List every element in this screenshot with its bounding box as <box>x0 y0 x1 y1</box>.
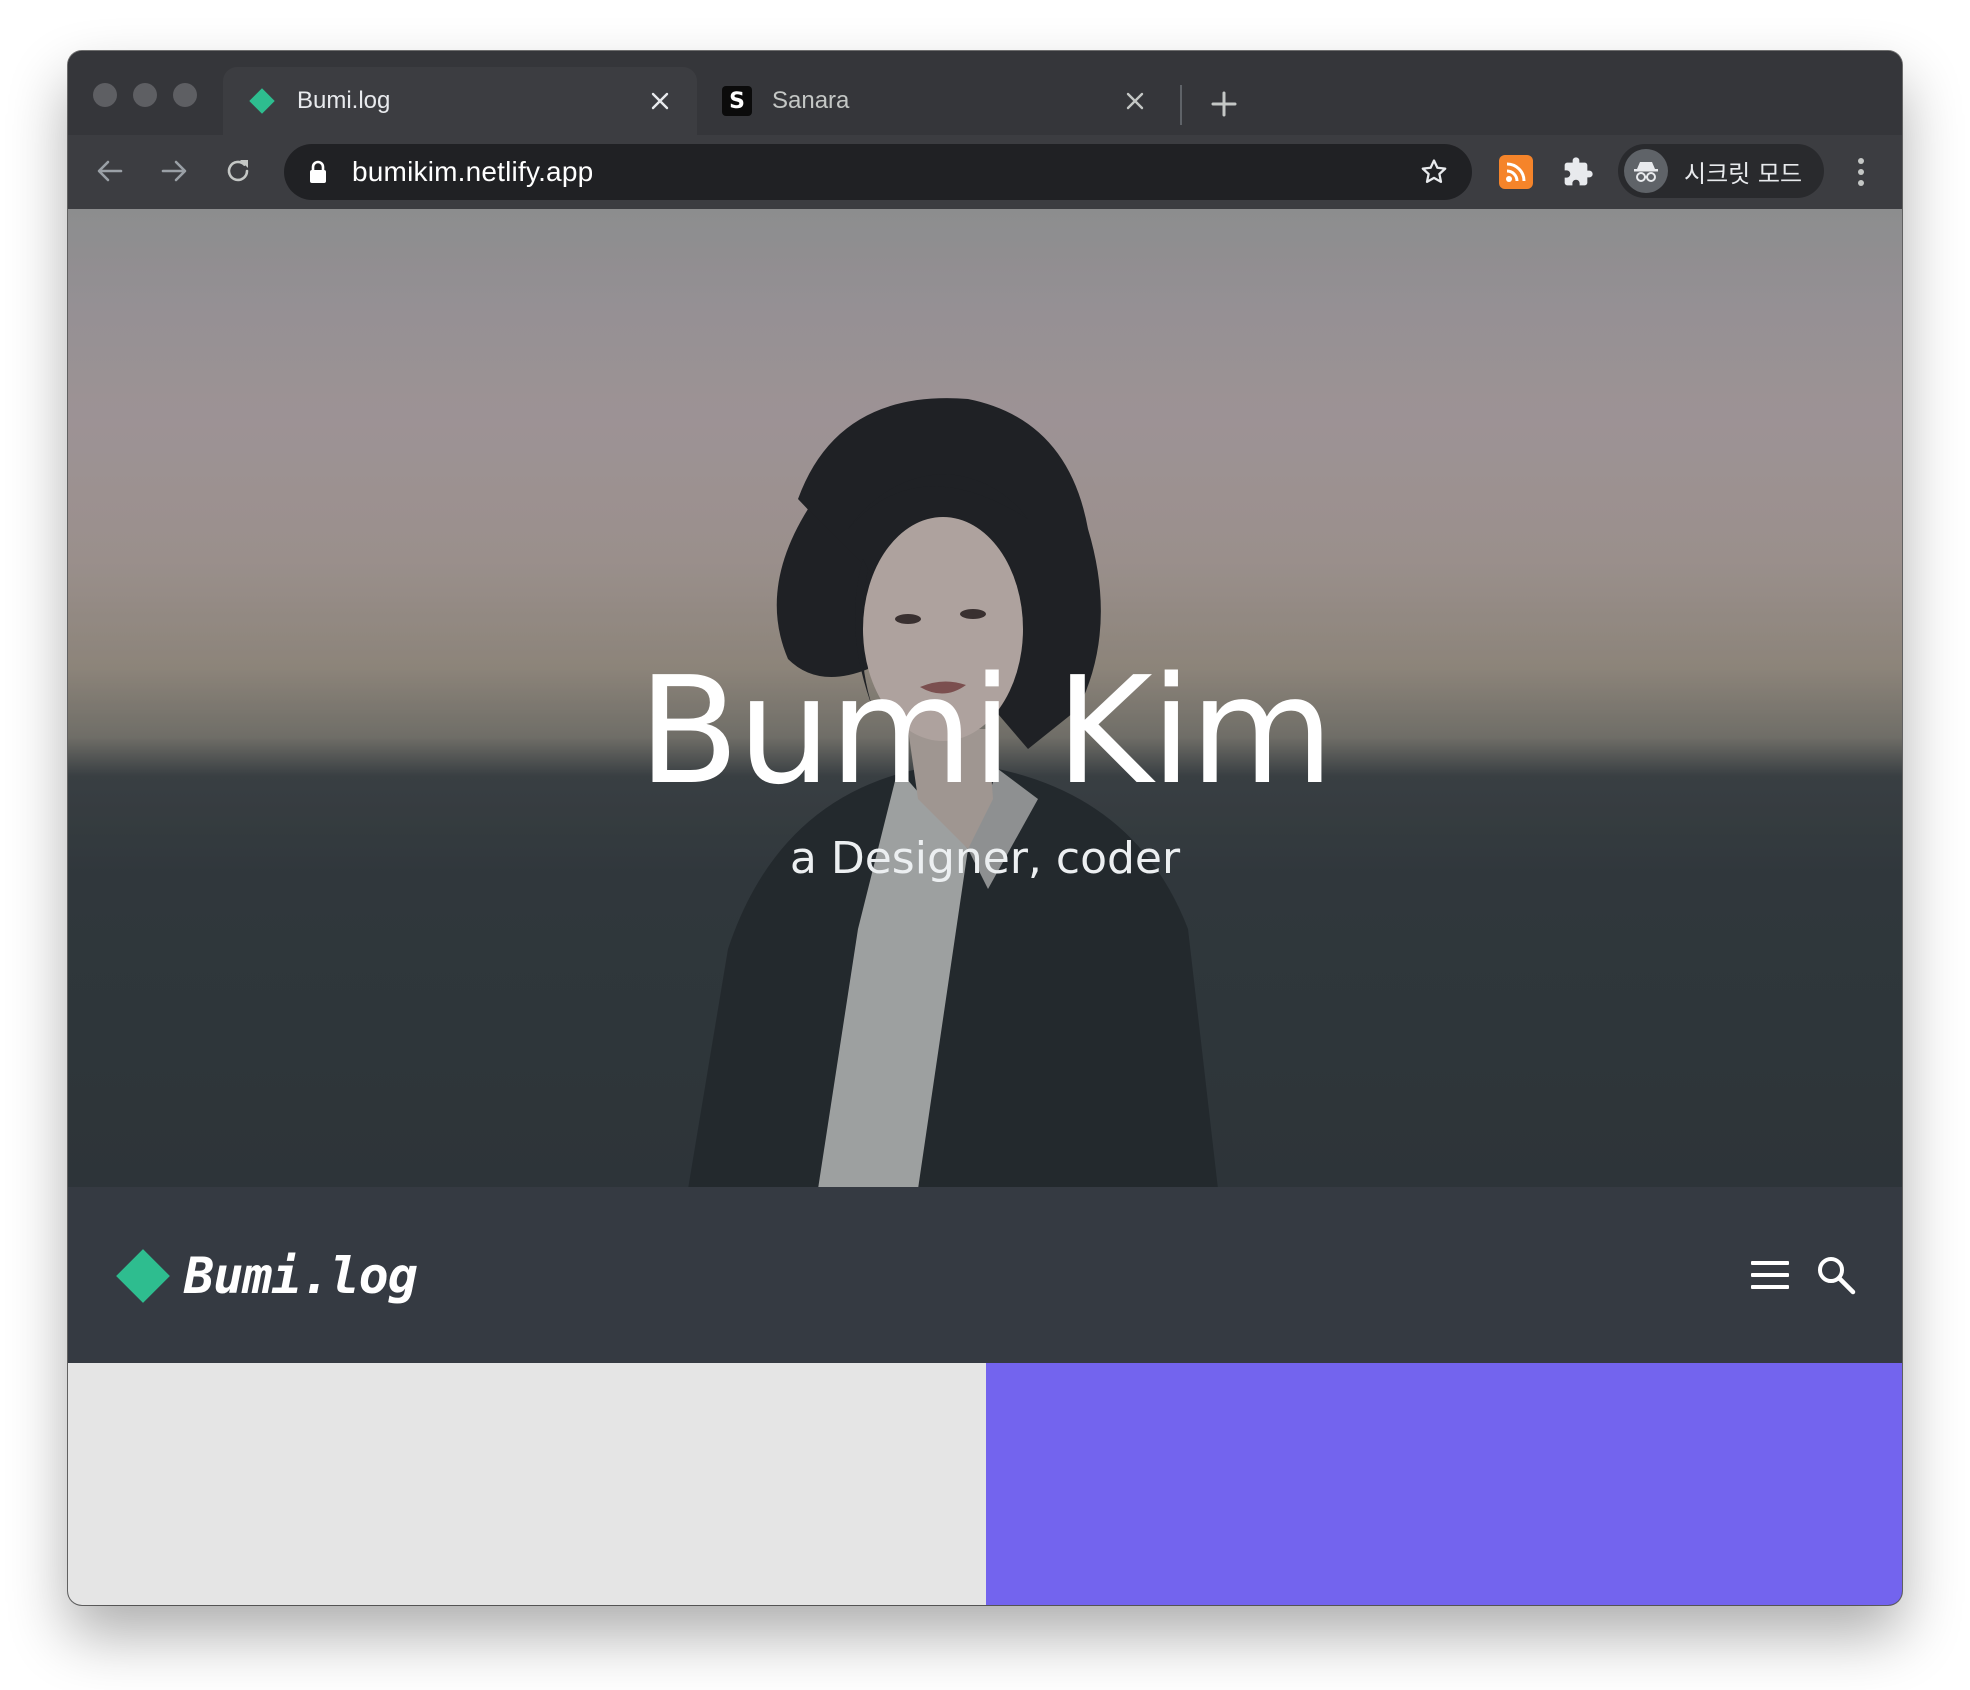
browser-toolbar: bumikim.netlify.app 시크릿 모드 <box>68 135 1902 210</box>
hero-section: Bumi Kim a Designer, coder <box>68 209 1902 1187</box>
puzzle-icon[interactable] <box>1559 153 1597 191</box>
dot <box>1858 169 1864 175</box>
menu-button[interactable] <box>1751 1257 1789 1293</box>
tab-sanara[interactable]: S Sanara <box>698 67 1172 135</box>
lock-icon[interactable] <box>306 160 330 184</box>
reload-button[interactable] <box>216 149 260 193</box>
maximize-window-button[interactable] <box>173 83 197 107</box>
plus-icon <box>1211 91 1237 117</box>
bookmark-star-icon[interactable] <box>1416 154 1452 190</box>
incognito-profile-button[interactable]: 시크릿 모드 <box>1618 144 1824 198</box>
site-header: Bumi.log <box>68 1187 1902 1363</box>
arrow-right-icon <box>161 160 187 182</box>
rss-icon[interactable] <box>1499 155 1533 189</box>
tab-divider <box>1180 85 1182 125</box>
hamburger-line <box>1751 1273 1789 1277</box>
green-diamond-icon <box>247 86 277 116</box>
close-tab-icon[interactable] <box>1120 86 1150 116</box>
incognito-label: 시크릿 모드 <box>1684 159 1803 188</box>
site-brand-name: Bumi.log <box>184 1247 418 1305</box>
s-logo-icon: S <box>722 86 752 116</box>
browser-menu-button[interactable] <box>1844 153 1878 191</box>
close-tab-icon[interactable] <box>645 86 675 116</box>
search-icon <box>1818 1257 1856 1295</box>
dot <box>1858 180 1864 186</box>
post-card-purple[interactable] <box>986 1363 1902 1605</box>
dot <box>1858 158 1864 164</box>
tab-title: Sanara <box>772 87 850 114</box>
hamburger-line <box>1751 1285 1789 1289</box>
incognito-icon <box>1624 149 1668 193</box>
address-bar[interactable]: bumikim.netlify.app <box>284 144 1472 200</box>
forward-button[interactable] <box>152 149 196 193</box>
hero-title: Bumi Kim <box>637 645 1334 817</box>
hero-subtitle: a Designer, coder <box>789 833 1181 884</box>
hamburger-line <box>1751 1261 1789 1265</box>
minimize-window-button[interactable] <box>133 83 157 107</box>
search-button[interactable] <box>1814 1253 1858 1297</box>
browser-window: Bumi.log S Sanara bumikim.netlify.app 시크… <box>68 51 1902 1605</box>
green-diamond-icon <box>116 1249 170 1303</box>
tab-strip: Bumi.log S Sanara <box>68 51 1902 135</box>
arrow-left-icon <box>97 160 123 182</box>
back-button[interactable] <box>88 149 132 193</box>
site-logo-link[interactable]: Bumi.log <box>116 1247 418 1305</box>
reload-icon <box>227 160 249 182</box>
web-page: Bumi Kim a Designer, coder Bumi.log <box>68 209 1902 1605</box>
tab-bumi-log[interactable]: Bumi.log <box>223 67 697 135</box>
tab-title: Bumi.log <box>297 87 391 114</box>
post-card-light[interactable] <box>68 1363 986 1605</box>
close-window-button[interactable] <box>93 83 117 107</box>
new-tab-button[interactable] <box>1201 81 1247 127</box>
url-text[interactable]: bumikim.netlify.app <box>352 156 1416 188</box>
